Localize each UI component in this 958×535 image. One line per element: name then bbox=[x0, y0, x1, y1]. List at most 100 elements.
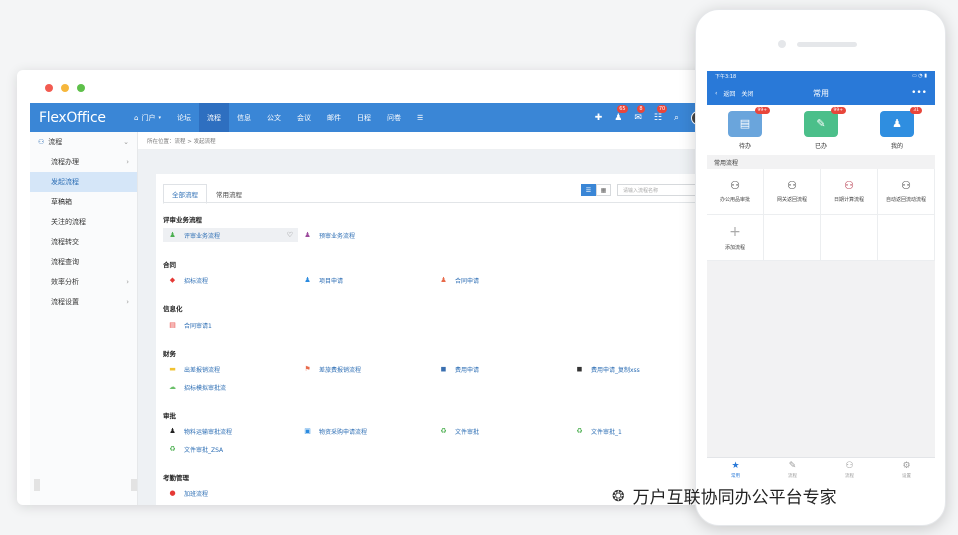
flow-item[interactable]: ♟ 评审业务流程 ♡ bbox=[163, 228, 298, 242]
star-icon: ★ bbox=[731, 460, 740, 471]
todo-icon[interactable]: ☷ 70 bbox=[654, 104, 668, 123]
more-icon[interactable]: ••• bbox=[911, 88, 927, 98]
sidebar-item-settings[interactable]: 流程设置 › bbox=[30, 292, 137, 312]
bell-icon[interactable]: ♟ 65 bbox=[614, 104, 628, 123]
nav-item-survey[interactable]: 问卷 bbox=[379, 103, 409, 132]
edit-icon: ✎ bbox=[788, 460, 797, 471]
workflow-icon: ⚇ bbox=[38, 138, 45, 146]
main-nav: ⌂ 门户 ▾ 论坛 流程 信息 公文 会议 邮件 日程 问卷 ☰ bbox=[126, 103, 431, 132]
circle-icon: ● bbox=[169, 489, 176, 497]
sidebar-item-followed[interactable]: 关注的流程 bbox=[30, 212, 137, 232]
speaker bbox=[797, 42, 857, 47]
doc-icon: ▤ 99+ bbox=[728, 106, 770, 137]
bag-icon: ▬ bbox=[169, 365, 176, 373]
workflow-icon: ⚇ bbox=[730, 179, 740, 193]
flow-item[interactable]: ♻ 文件审批_1 bbox=[576, 424, 621, 438]
close-button[interactable]: 关闭 bbox=[741, 89, 753, 98]
grid-view-icon[interactable]: ▦ bbox=[596, 184, 611, 196]
flow-item[interactable]: ◼ 费用申请_复制xss bbox=[576, 362, 640, 376]
section-title: 合同 bbox=[163, 261, 176, 269]
flow-item[interactable]: ▤ 合同审请1 bbox=[169, 318, 212, 332]
scroll-left-button[interactable] bbox=[34, 479, 40, 491]
tag-icon: ◆ bbox=[169, 276, 176, 284]
nav-item-schedule[interactable]: 日程 bbox=[349, 103, 379, 132]
flow-item[interactable]: ♟ 预审业务流程 bbox=[304, 228, 355, 242]
nav-item-forum[interactable]: 论坛 bbox=[169, 103, 199, 132]
flow-item[interactable]: ● 加班流程 bbox=[169, 486, 208, 500]
list-view-icon[interactable]: ☰ bbox=[581, 184, 596, 196]
battery-icon: ▭ ◔ ▮ bbox=[911, 73, 927, 79]
flow-item[interactable]: ☁ 招标模拟审批流 bbox=[169, 380, 226, 394]
close-window-button[interactable] bbox=[45, 84, 53, 92]
menu-icon[interactable]: ☰ bbox=[409, 103, 431, 132]
flow-item[interactable]: ◆ 招标流程 bbox=[169, 273, 208, 287]
nav-item-workflow[interactable]: 流程 bbox=[198, 103, 229, 132]
quick-mine[interactable]: ♟ 31 我的 bbox=[859, 105, 935, 155]
back-icon[interactable]: ‹ bbox=[715, 90, 717, 97]
phone-tab-bar: ★ 常用 ✎ 流程 ⚇ 流程 ⚙ 设置 bbox=[707, 457, 935, 481]
section-title: 评审业务流程 bbox=[163, 216, 202, 224]
tab-flow[interactable]: ✎ 流程 bbox=[764, 458, 821, 481]
nav-item-portal[interactable]: ⌂ 门户 ▾ bbox=[126, 103, 169, 132]
recycle-icon: ♻ bbox=[440, 427, 447, 435]
top-nav-bar: FlexOffice ⌂ 门户 ▾ 论坛 流程 信息 公文 会议 邮件 日程 问卷 … bbox=[30, 103, 717, 132]
flow-item[interactable]: ⚑ 差旅费报销流程 bbox=[304, 362, 361, 376]
sidebar-item-process[interactable]: 流程办理 › bbox=[30, 152, 137, 172]
flow-item[interactable]: ♟ 合同申请 bbox=[440, 273, 479, 287]
section-title: 考勤管理 bbox=[163, 474, 189, 482]
tab-settings[interactable]: ⚙ 设置 bbox=[878, 458, 935, 481]
flow-item[interactable]: ▣ 物资采购申请流程 bbox=[304, 424, 367, 438]
nav-item-meeting[interactable]: 会议 bbox=[289, 103, 319, 132]
flow-item[interactable]: ♻ 文件审批 bbox=[440, 424, 479, 438]
quick-todo[interactable]: ▤ 99+ 待办 bbox=[707, 105, 783, 155]
section-title: 信息化 bbox=[163, 305, 183, 313]
nav-item-mail[interactable]: 邮件 bbox=[319, 103, 349, 132]
tab-common-flows[interactable]: 常用流程 bbox=[207, 184, 251, 204]
workflow-icon: ⚇ bbox=[787, 179, 797, 193]
sidebar-item-query[interactable]: 流程查询 bbox=[30, 252, 137, 272]
cloud-icon: ☁ bbox=[169, 383, 176, 391]
app-logo[interactable]: FlexOffice bbox=[30, 110, 126, 126]
person-icon: ♟ bbox=[169, 231, 176, 239]
flow-item[interactable]: ♻ 文件审批_ZSA bbox=[169, 442, 223, 456]
tab-flow-2[interactable]: ⚇ 流程 bbox=[821, 458, 878, 481]
tab-all-flows[interactable]: 全部流程 bbox=[163, 184, 207, 204]
watermark: ❂ 万户互联协同办公平台专家 bbox=[612, 486, 837, 509]
heart-icon[interactable]: ♡ bbox=[287, 231, 293, 239]
common-flow-grid: ⚇ 办公用品审批 ⚇ 网关返回流程 ⚇ 日期计算流程 ⚇ 自动返回流动流程 + 添加流程 bbox=[707, 169, 935, 261]
gear-icon: ⚙ bbox=[902, 460, 911, 471]
sidebar-item-analysis[interactable]: 效率分析 › bbox=[30, 272, 137, 292]
status-bar: 下午3:18 ▭ ◔ ▮ bbox=[707, 71, 935, 81]
add-icon[interactable]: ✚ bbox=[595, 113, 603, 123]
flow-cell[interactable]: ⚇ 网关返回流程 bbox=[764, 169, 821, 215]
flow-cell[interactable]: ⚇ 日期计算流程 bbox=[821, 169, 878, 215]
sidebar-item-drafts[interactable]: 草稿箱 bbox=[30, 192, 137, 212]
tab-common[interactable]: ★ 常用 bbox=[707, 458, 764, 481]
section-title: 审批 bbox=[163, 412, 176, 420]
recycle-icon: ♻ bbox=[169, 445, 176, 453]
recycle-icon: ♻ bbox=[576, 427, 583, 435]
back-button[interactable]: 返回 bbox=[723, 89, 735, 98]
chat-icon: ◼ bbox=[440, 365, 447, 373]
nav-item-info[interactable]: 信息 bbox=[229, 103, 259, 132]
flow-item[interactable]: ◼ 费用申请 bbox=[440, 362, 479, 376]
add-flow-cell[interactable]: + 添加流程 bbox=[707, 215, 764, 261]
chevron-right-icon: › bbox=[126, 278, 129, 286]
flow-cell[interactable]: ⚇ 自动返回流动流程 bbox=[878, 169, 935, 215]
quick-done[interactable]: ✎ 99+ 已办 bbox=[783, 105, 859, 155]
flow-cell[interactable]: ⚇ 办公用品审批 bbox=[707, 169, 764, 215]
maximize-window-button[interactable] bbox=[77, 84, 85, 92]
nav-item-document[interactable]: 公文 bbox=[259, 103, 289, 132]
scroll-right-button[interactable] bbox=[131, 479, 137, 491]
workflow-icon: ⚇ bbox=[845, 460, 854, 471]
minimize-window-button[interactable] bbox=[61, 84, 69, 92]
flow-item[interactable]: ♟ 项目申请 bbox=[304, 273, 343, 287]
flow-item[interactable]: ▬ 出差报销流程 bbox=[169, 362, 220, 376]
message-badge: 8 bbox=[637, 104, 645, 113]
sidebar-item-transfer[interactable]: 流程转交 bbox=[30, 232, 137, 252]
search-icon[interactable]: ⌕ bbox=[674, 113, 679, 123]
sidebar-item-start-flow[interactable]: 发起流程 bbox=[30, 172, 137, 192]
flow-item[interactable]: ♟ 物料运输审批流程 bbox=[169, 424, 232, 438]
sidebar-header[interactable]: ⚇ 流程 ⌄ bbox=[30, 132, 137, 152]
message-icon[interactable]: ✉ 8 bbox=[634, 104, 645, 123]
